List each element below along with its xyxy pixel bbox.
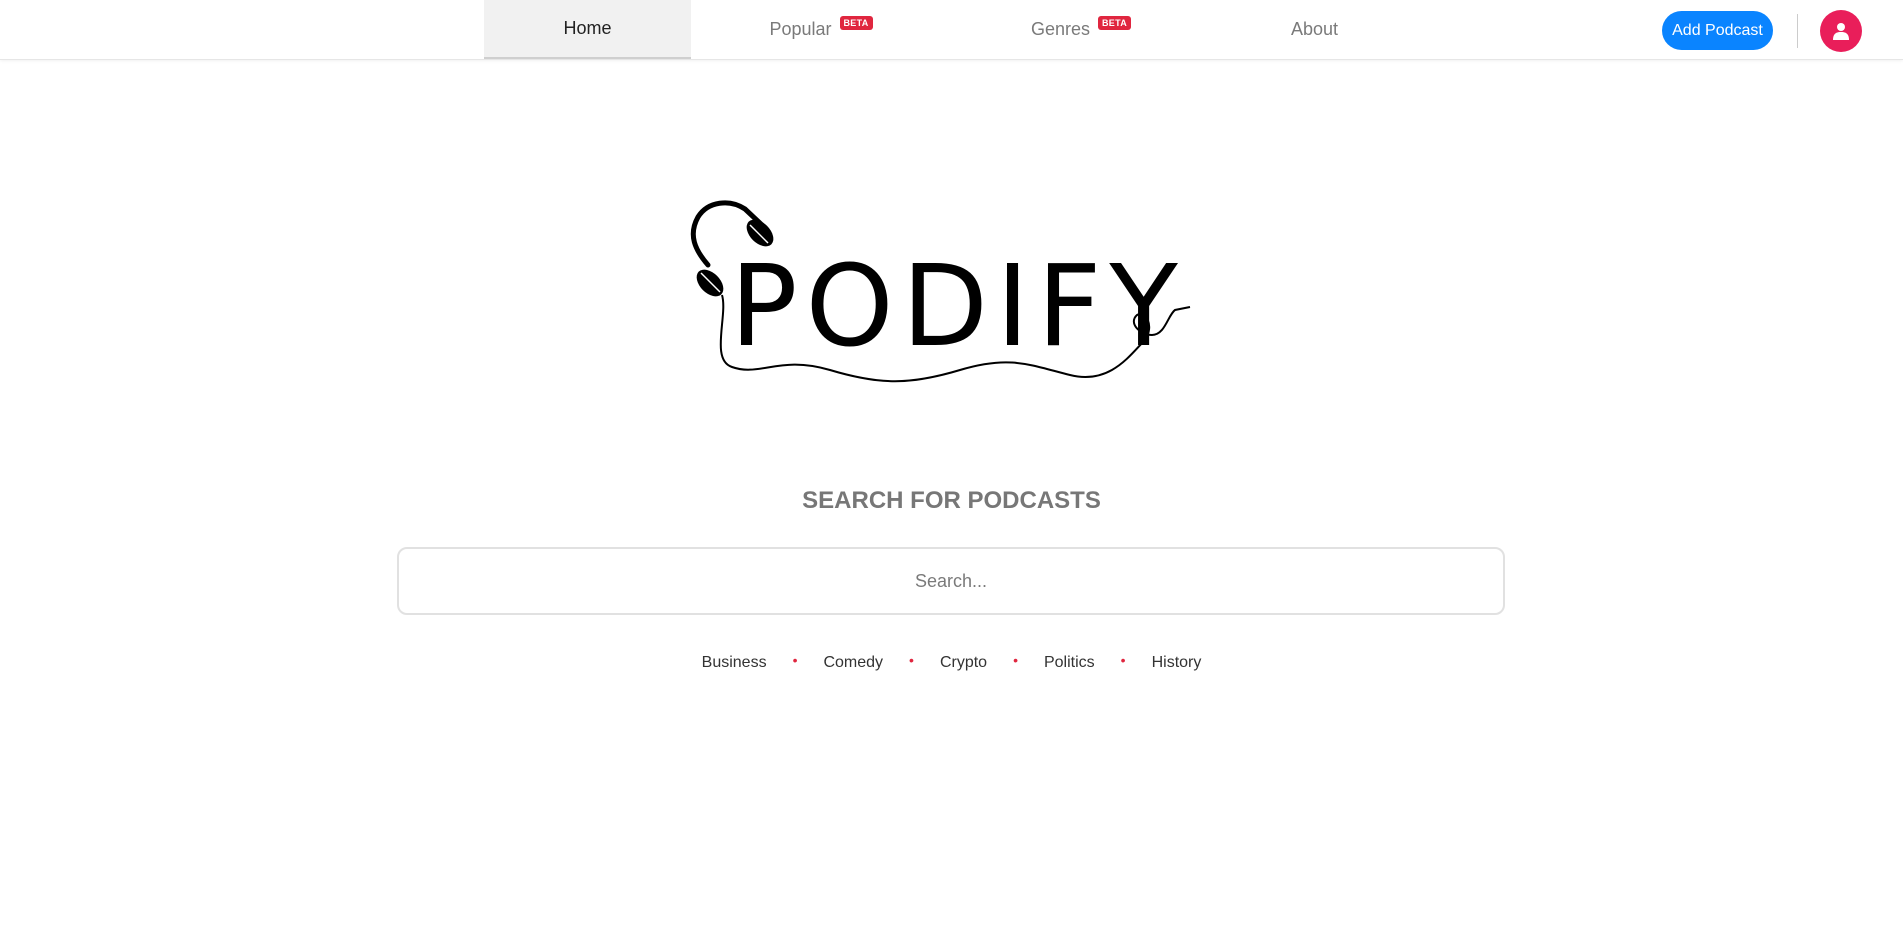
top-navbar: Home Popular BETA Genres BETA About Add … [0,0,1903,60]
logo-wordmark: PODIFY [730,242,1186,372]
search-input[interactable] [397,547,1505,615]
genre-link-comedy[interactable]: Comedy [823,654,883,672]
tab-about-label: About [1290,19,1339,39]
separator-dot: • [1013,652,1018,668]
tab-home-label: Home [563,18,612,38]
genre-link-crypto[interactable]: Crypto [940,654,987,672]
avatar[interactable] [1820,10,1862,52]
separator-dot: • [909,652,914,668]
nav-divider [1797,14,1798,48]
beta-badge: BETA [1097,15,1132,30]
tab-popular[interactable]: Popular BETA [691,0,951,59]
genre-link-politics[interactable]: Politics [1044,654,1095,672]
tab-genres[interactable]: Genres BETA [951,0,1211,59]
user-icon [1833,23,1849,40]
tab-home[interactable]: Home [484,0,691,59]
separator-dot: • [1120,652,1126,668]
tab-popular-label: Popular [769,19,832,39]
tab-genres-label: Genres [1030,19,1090,39]
add-podcast-button[interactable]: Add Podcast [1662,11,1773,50]
tab-about[interactable]: About [1211,0,1418,59]
genre-link-history[interactable]: History [1152,654,1202,672]
beta-badge: BETA [839,15,873,30]
genre-links: Business • Comedy • Crypto • Politics • … [0,652,1903,672]
separator-dot: • [792,652,798,668]
genre-link-business[interactable]: Business [702,654,767,672]
podify-logo: PODIFY [670,195,1235,395]
search-heading: SEARCH FOR PODCASTS [802,487,1101,514]
